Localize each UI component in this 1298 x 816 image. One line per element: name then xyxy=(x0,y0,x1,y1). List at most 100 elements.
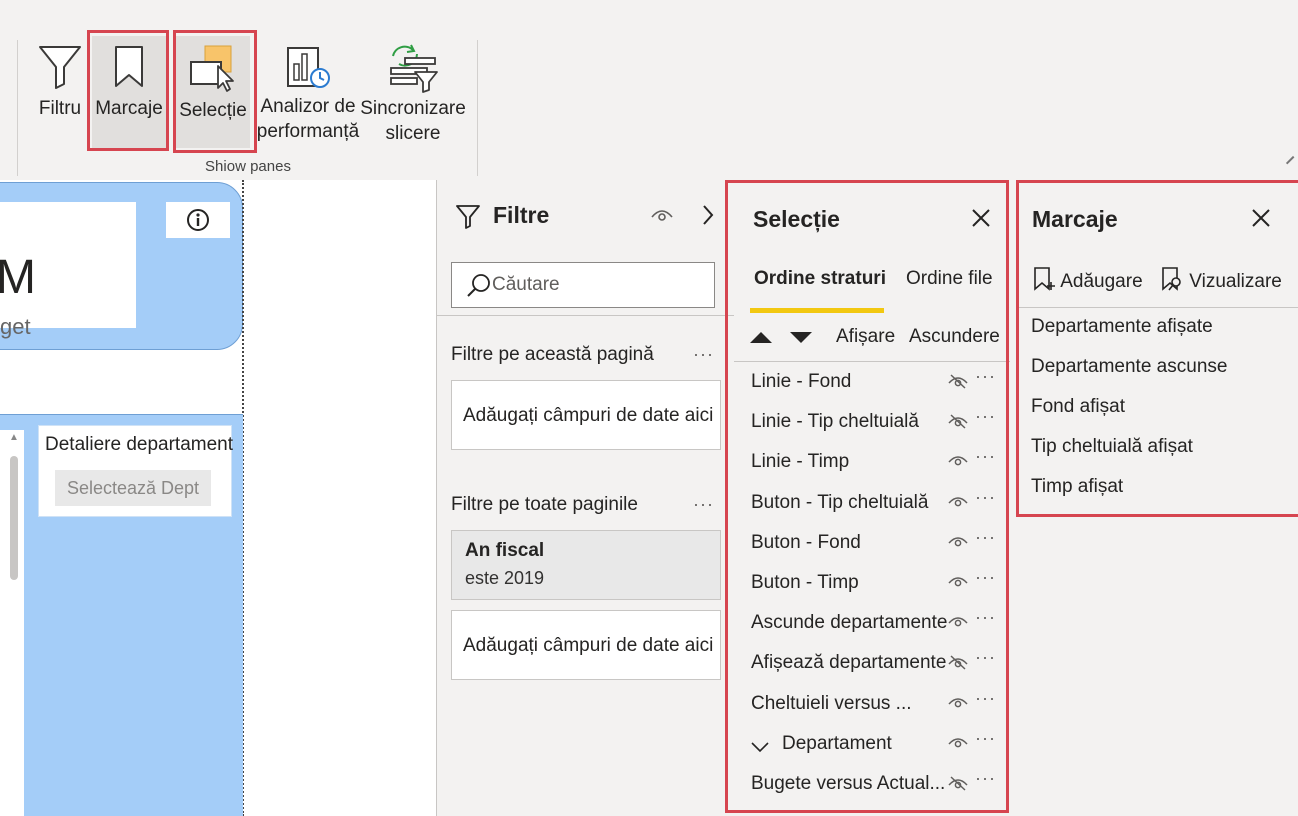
layer-more-button[interactable]: ··· xyxy=(975,446,996,467)
info-button[interactable] xyxy=(166,202,230,238)
selection-pane: Selecție Ordine straturi Ordine file Afi… xyxy=(734,180,1010,816)
layer-item[interactable]: Buton - Tip cheltuială ··· xyxy=(734,487,1010,527)
tab-tab-order[interactable]: Ordine file xyxy=(906,268,993,290)
bookmark-icon xyxy=(115,46,143,87)
layer-more-button[interactable]: ··· xyxy=(975,607,996,628)
layer-more-button[interactable]: ··· xyxy=(975,487,996,508)
layer-item[interactable]: Afișează departamente ··· xyxy=(734,647,1010,687)
bookmarks-pane-title: Marcaje xyxy=(1032,206,1118,232)
selection-toolbar: Afișare Ascundere xyxy=(734,318,1010,362)
page-filters-drop-area[interactable]: Adăugați câmpuri de date aici xyxy=(451,380,721,450)
select-dept-button[interactable]: Selectează Dept xyxy=(55,470,211,506)
fiscal-year-filter-card[interactable]: An fiscal este 2019 xyxy=(451,530,721,600)
eye-icon[interactable] xyxy=(948,534,968,553)
filters-pane: Filtre Filtre pe această pagină ··· Adău… xyxy=(436,180,735,816)
layer-more-button[interactable]: ··· xyxy=(975,527,996,548)
filters-search[interactable] xyxy=(451,262,715,308)
scroll-up-icon[interactable]: ▲ xyxy=(9,432,19,443)
ribbon-separator xyxy=(477,40,478,176)
close-icon[interactable] xyxy=(1250,207,1272,229)
dept-slicer: Detaliere departament Selectează Dept xyxy=(38,425,233,517)
active-tab-underline xyxy=(750,308,884,313)
bookmarks-pane-button[interactable]: Marcaje xyxy=(92,36,166,148)
bookmark-item[interactable]: Fond afișat xyxy=(1031,396,1125,418)
selection-pane-title: Selecție xyxy=(753,206,840,232)
scroll-thumb[interactable] xyxy=(10,456,18,580)
eye-hidden-icon[interactable] xyxy=(948,654,968,675)
eye-hidden-icon[interactable] xyxy=(948,413,968,434)
filter-icon xyxy=(456,205,480,229)
selection-pane-label: Selecție xyxy=(179,100,247,121)
layer-item[interactable]: Buton - Timp ··· xyxy=(734,567,1010,607)
layer-name: Cheltuieli versus ... xyxy=(751,692,912,714)
layer-more-button[interactable]: ··· xyxy=(975,567,996,588)
layer-more-button[interactable]: ··· xyxy=(975,728,996,749)
filter-pane-label: Filtru xyxy=(38,98,82,119)
all-pages-filters-more-button[interactable]: ··· xyxy=(693,494,714,515)
filters-pane-title: Filtre xyxy=(493,202,550,228)
add-bookmark-button[interactable]: Adăugare xyxy=(1032,266,1143,293)
kpi-value: M xyxy=(0,251,36,304)
sync-slicers-label-line1: Sincronizare xyxy=(360,98,466,119)
eye-icon[interactable] xyxy=(651,207,673,223)
layer-item[interactable]: Departament ··· xyxy=(734,728,1010,768)
layer-more-button[interactable]: ··· xyxy=(975,647,996,668)
layer-more-button[interactable]: ··· xyxy=(975,768,996,789)
performance-analyzer-label-line2: performanță xyxy=(256,121,360,142)
fiscal-year-filter-title: An fiscal xyxy=(465,540,545,561)
layer-name: Departament xyxy=(782,732,892,754)
eye-icon[interactable] xyxy=(948,574,968,593)
page-filters-more-button[interactable]: ··· xyxy=(693,344,714,365)
eye-icon[interactable] xyxy=(948,695,968,714)
hide-all-button[interactable]: Ascundere xyxy=(909,326,1000,348)
tab-layer-order[interactable]: Ordine straturi xyxy=(754,268,886,290)
fiscal-year-filter-value: este 2019 xyxy=(465,568,545,588)
ribbon-expand-icon[interactable] xyxy=(1285,155,1298,171)
ribbon: Filtru Marcaje Selecție Analizor de perf… xyxy=(0,0,1298,180)
chevron-down-icon[interactable] xyxy=(750,740,770,758)
move-down-icon[interactable] xyxy=(790,332,812,343)
layer-item[interactable]: Buton - Fond ··· xyxy=(734,527,1010,567)
bookmark-item[interactable]: Tip cheltuială afișat xyxy=(1031,436,1193,458)
search-input[interactable] xyxy=(492,263,710,307)
view-bookmark-icon xyxy=(1162,267,1181,291)
eye-hidden-icon[interactable] xyxy=(948,373,968,394)
layer-item[interactable]: Linie - Tip cheltuială ··· xyxy=(734,406,1010,446)
layer-item[interactable]: Cheltuieli versus ... ··· xyxy=(734,688,1010,728)
sync-slicers-button[interactable]: Sincronizare slicere xyxy=(360,36,466,148)
performance-analyzer-button[interactable]: Analizor de performanță xyxy=(256,36,360,148)
eye-hidden-icon[interactable] xyxy=(948,775,968,796)
bookmark-item[interactable]: Departamente afișate xyxy=(1031,316,1213,338)
layer-more-button[interactable]: ··· xyxy=(975,406,996,427)
eye-icon[interactable] xyxy=(948,494,968,513)
close-icon[interactable] xyxy=(970,207,992,229)
eye-icon[interactable] xyxy=(948,453,968,472)
view-bookmark-button[interactable]: Vizualizare xyxy=(1160,266,1282,293)
selection-pane-button[interactable]: Selecție xyxy=(176,36,250,148)
dept-slicer-title: Detaliere departament xyxy=(45,434,233,455)
layer-item[interactable]: Ascunde departamente ··· xyxy=(734,607,1010,647)
layer-name: Afișează departamente xyxy=(751,652,947,674)
all-pages-filters-drop-area[interactable]: Adăugați câmpuri de date aici xyxy=(451,610,721,680)
layer-more-button[interactable]: ··· xyxy=(975,688,996,709)
filter-pane-button[interactable]: Filtru xyxy=(34,36,86,148)
search-icon xyxy=(467,274,490,297)
layer-name: Ascunde departamente xyxy=(751,612,948,634)
show-all-button[interactable]: Afișare xyxy=(836,326,895,348)
performance-analyzer-icon xyxy=(287,47,330,88)
layer-name: Linie - Timp xyxy=(751,451,850,473)
layer-item[interactable]: Bugete versus Actual... ··· xyxy=(734,768,1010,808)
eye-icon[interactable] xyxy=(948,735,968,754)
info-icon xyxy=(187,209,209,231)
bookmark-item[interactable]: Timp afișat xyxy=(1031,476,1123,498)
layer-item[interactable]: Linie - Timp ··· xyxy=(734,446,1010,486)
bookmarks-pane: Marcaje Adăugare Vizualizare Departament… xyxy=(1018,180,1298,816)
layer-name: Bugete versus Actual... xyxy=(751,772,946,794)
collapse-pane-icon[interactable] xyxy=(701,204,715,226)
move-up-icon[interactable] xyxy=(750,332,772,343)
page-filters-label: Filtre pe această pagină xyxy=(451,344,654,365)
layer-item[interactable]: Linie - Fond ··· xyxy=(734,366,1010,406)
bookmark-item[interactable]: Departamente ascunse xyxy=(1031,356,1227,378)
layer-more-button[interactable]: ··· xyxy=(975,366,996,387)
eye-icon[interactable] xyxy=(948,614,968,633)
